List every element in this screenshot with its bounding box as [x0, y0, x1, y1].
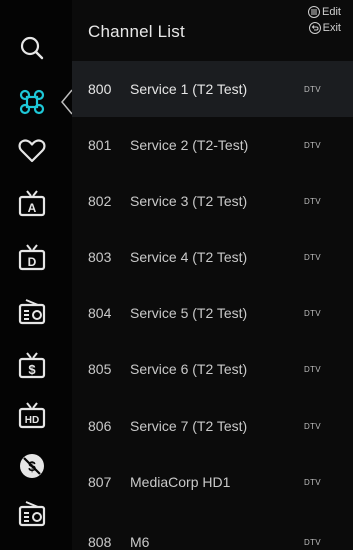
- svg-text:D: D: [28, 255, 37, 269]
- channel-row[interactable]: 800 Service 1 (T2 Test) DTV: [72, 61, 353, 117]
- svg-text:HD: HD: [25, 415, 39, 426]
- channel-type: DTV: [304, 537, 321, 547]
- channel-row[interactable]: 802 Service 3 (T2 Test) DTV: [72, 173, 353, 229]
- channel-number: 808: [88, 534, 112, 550]
- search-icon[interactable]: [14, 30, 50, 66]
- channel-type: DTV: [304, 252, 321, 262]
- channel-name: Service 2 (T2-Test): [130, 137, 249, 153]
- channel-name: MediaCorp HD1: [130, 474, 231, 490]
- exit-hint-label: Exit: [322, 22, 341, 34]
- exit-hint[interactable]: Exit: [308, 22, 341, 34]
- channel-name: Service 1 (T2 Test): [130, 81, 248, 97]
- favorite-heart-icon[interactable]: [14, 132, 50, 168]
- channel-name: Service 7 (T2 Test): [130, 418, 248, 434]
- edit-hint-label: Edit: [322, 6, 341, 18]
- menu-lines-icon: [308, 6, 321, 18]
- page-title: Channel List: [88, 22, 185, 41]
- channel-number: 801: [88, 137, 112, 153]
- channel-number: 804: [88, 305, 112, 321]
- channel-row[interactable]: 808 M6 DTV: [72, 514, 353, 550]
- channel-name: Service 5 (T2 Test): [130, 305, 248, 321]
- analog-tv-icon[interactable]: A: [14, 186, 50, 222]
- channel-type: DTV: [304, 308, 321, 318]
- radio-icon[interactable]: [14, 294, 50, 330]
- channel-row[interactable]: 804 Service 5 (T2 Test) DTV: [72, 285, 353, 341]
- channel-type: DTV: [304, 364, 321, 374]
- channel-list-panel: Channel List Edit Exit 800 Service 1 (T2…: [72, 0, 353, 550]
- channel-row[interactable]: 801 Service 2 (T2-Test) DTV: [72, 117, 353, 173]
- channel-number: 807: [88, 474, 112, 490]
- channel-number: 800: [88, 81, 112, 97]
- channel-type: DTV: [304, 196, 321, 206]
- channel-number: 802: [88, 193, 112, 209]
- all-channels-icon[interactable]: [14, 84, 50, 120]
- digital-tv-icon[interactable]: D: [14, 240, 50, 276]
- channel-row[interactable]: 806 Service 7 (T2 Test) DTV: [72, 398, 353, 454]
- channel-type: DTV: [304, 477, 321, 487]
- channel-row[interactable]: 803 Service 4 (T2 Test) DTV: [72, 229, 353, 285]
- svg-text:$: $: [28, 362, 36, 377]
- channel-type: DTV: [304, 421, 321, 431]
- channel-name: Service 6 (T2 Test): [130, 361, 248, 377]
- channel-number: 805: [88, 361, 112, 377]
- channel-number: 806: [88, 418, 112, 434]
- channel-row[interactable]: 807 MediaCorp HD1 DTV: [72, 454, 353, 510]
- edit-hint[interactable]: Edit: [308, 6, 341, 18]
- back-arrow-icon: [308, 22, 321, 34]
- pay-tv-icon[interactable]: $: [14, 348, 50, 384]
- free-tv-icon[interactable]: $: [14, 448, 50, 484]
- radio-icon[interactable]: [14, 496, 50, 532]
- channel-name: Service 3 (T2 Test): [130, 193, 248, 209]
- channel-name: Service 4 (T2 Test): [130, 249, 248, 265]
- channel-row[interactable]: 805 Service 6 (T2 Test) DTV: [72, 341, 353, 397]
- category-sidebar: A D $ HD: [0, 0, 72, 550]
- channel-number: 803: [88, 249, 112, 265]
- channel-type: DTV: [304, 140, 321, 150]
- channel-type: DTV: [304, 84, 321, 94]
- channel-name: M6: [130, 534, 150, 550]
- hd-tv-icon[interactable]: HD: [14, 398, 50, 434]
- svg-text:A: A: [28, 201, 37, 215]
